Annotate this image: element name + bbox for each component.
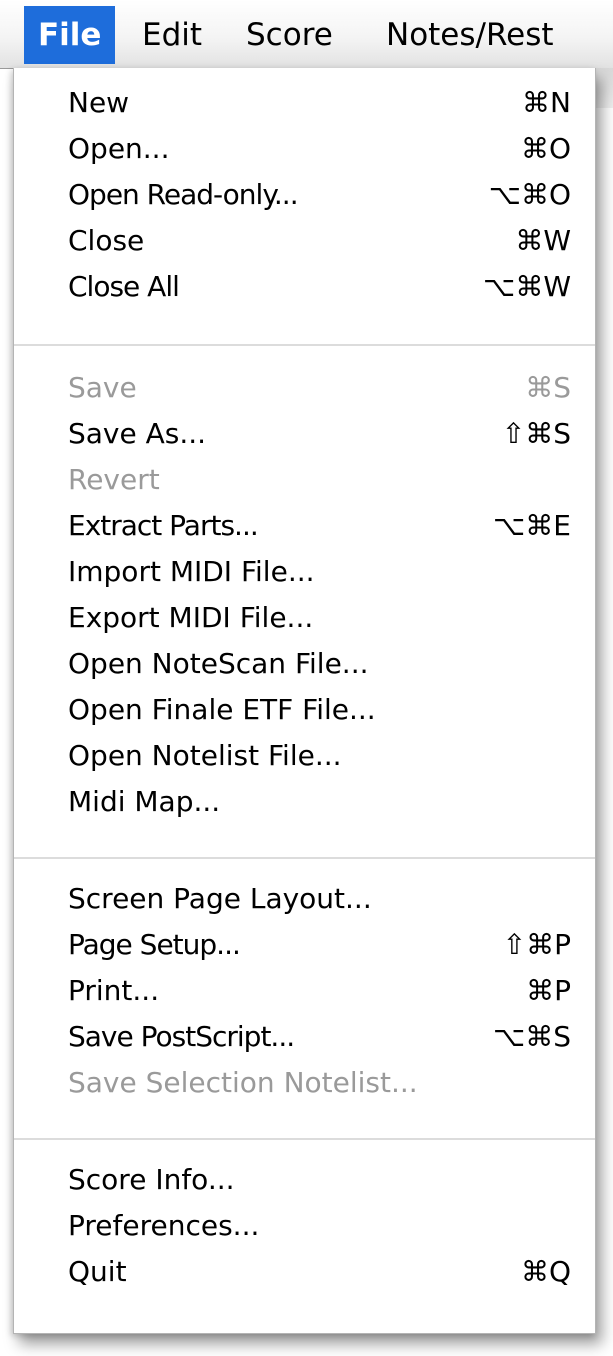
menu-item-save[interactable]: Save ⌘S <box>14 365 595 411</box>
menu-item-label: Open Notelist File... <box>68 739 342 772</box>
menu-item-shortcut: ⌘S <box>525 371 571 404</box>
menu-item-score-info[interactable]: Score Info... <box>14 1157 595 1203</box>
menu-bar: File Edit Score Notes/Rest <box>0 0 613 69</box>
menu-item-open[interactable]: Open... ⌘O <box>14 126 595 172</box>
menu-item-shortcut: ⌥⌘O <box>488 178 571 211</box>
menu-item-shortcut: ⌘O <box>520 132 571 165</box>
menu-item-label: Save Selection Notelist... <box>68 1066 418 1099</box>
menu-item-save-as[interactable]: Save As... ⇧⌘S <box>14 411 595 457</box>
menu-item-page-setup[interactable]: Page Setup... ⇧⌘P <box>14 922 595 968</box>
menu-item-label: Close <box>68 224 145 257</box>
menu-item-export-midi-file[interactable]: Export MIDI File... <box>14 595 595 641</box>
menu-item-midi-map[interactable]: Midi Map... <box>14 779 595 825</box>
menu-item-save-selection-notelist[interactable]: Save Selection Notelist... <box>14 1060 595 1106</box>
menu-item-label: Quit <box>68 1255 127 1288</box>
menu-item-label: Save PostScript... <box>68 1020 295 1053</box>
menu-separator <box>14 344 595 346</box>
menu-item-shortcut: ⌘Q <box>520 1255 571 1288</box>
menu-item-open-read-only[interactable]: Open Read-only... ⌥⌘O <box>14 172 595 218</box>
menu-item-label: Print... <box>68 974 160 1007</box>
window-background <box>596 68 613 108</box>
menu-file[interactable]: File <box>24 6 116 64</box>
menu-item-quit[interactable]: Quit ⌘Q <box>14 1249 595 1295</box>
menu-item-label: Open... <box>68 132 170 165</box>
menu-item-label: Export MIDI File... <box>68 601 314 634</box>
menu-item-import-midi-file[interactable]: Import MIDI File... <box>14 549 595 595</box>
menu-item-label: Screen Page Layout... <box>68 882 372 915</box>
menu-item-open-finale-etf-file[interactable]: Open Finale ETF File... <box>14 687 595 733</box>
menu-item-label: Open Read-only... <box>68 178 299 211</box>
menu-item-shortcut: ⌥⌘W <box>483 270 571 303</box>
menu-item-new[interactable]: New ⌘N <box>14 80 595 126</box>
menu-item-label: Close All <box>68 270 180 303</box>
menu-notes-rest[interactable]: Notes/Rest <box>386 6 554 64</box>
menu-item-close[interactable]: Close ⌘W <box>14 218 595 264</box>
menu-edit[interactable]: Edit <box>142 6 202 64</box>
menu-item-label: Revert <box>68 463 160 496</box>
menu-item-shortcut: ⌘N <box>522 86 571 119</box>
menu-item-shortcut: ⌥⌘S <box>492 1020 571 1053</box>
menu-item-extract-parts[interactable]: Extract Parts... ⌥⌘E <box>14 503 595 549</box>
menu-item-label: Import MIDI File... <box>68 555 315 588</box>
menu-item-label: Open NoteScan File... <box>68 647 369 680</box>
menu-item-label: Open Finale ETF File... <box>68 693 376 726</box>
screen: File Edit Score Notes/Rest New ⌘N Open..… <box>0 0 613 1356</box>
file-menu-dropdown: New ⌘N Open... ⌘O Open Read-only... ⌥⌘O … <box>13 68 596 1334</box>
menu-item-shortcut: ⌘W <box>515 224 571 257</box>
menu-item-open-notescan-file[interactable]: Open NoteScan File... <box>14 641 595 687</box>
menu-item-shortcut: ⇧⌘S <box>501 417 571 450</box>
menu-item-open-notelist-file[interactable]: Open Notelist File... <box>14 733 595 779</box>
menu-item-revert[interactable]: Revert <box>14 457 595 503</box>
menu-item-print[interactable]: Print... ⌘P <box>14 968 595 1014</box>
menu-item-preferences[interactable]: Preferences... <box>14 1203 595 1249</box>
menu-item-shortcut: ⇧⌘P <box>502 928 571 961</box>
menu-item-shortcut: ⌘P <box>526 974 571 1007</box>
menu-score[interactable]: Score <box>246 6 333 64</box>
menu-separator <box>14 1138 595 1140</box>
menu-item-label: Page Setup... <box>68 928 241 961</box>
menu-separator <box>14 857 595 859</box>
menu-item-label: Extract Parts... <box>68 509 259 542</box>
menu-item-label: Save <box>68 371 137 404</box>
menu-item-label: Midi Map... <box>68 785 221 818</box>
menu-item-save-postscript[interactable]: Save PostScript... ⌥⌘S <box>14 1014 595 1060</box>
menu-item-close-all[interactable]: Close All ⌥⌘W <box>14 264 595 310</box>
menu-item-label: Preferences... <box>68 1209 260 1242</box>
menu-item-label: Score Info... <box>68 1163 235 1196</box>
menu-item-label: New <box>68 86 130 119</box>
menu-item-screen-page-layout[interactable]: Screen Page Layout... <box>14 876 595 922</box>
menu-item-shortcut: ⌥⌘E <box>493 509 571 542</box>
menu-item-label: Save As... <box>68 417 207 450</box>
